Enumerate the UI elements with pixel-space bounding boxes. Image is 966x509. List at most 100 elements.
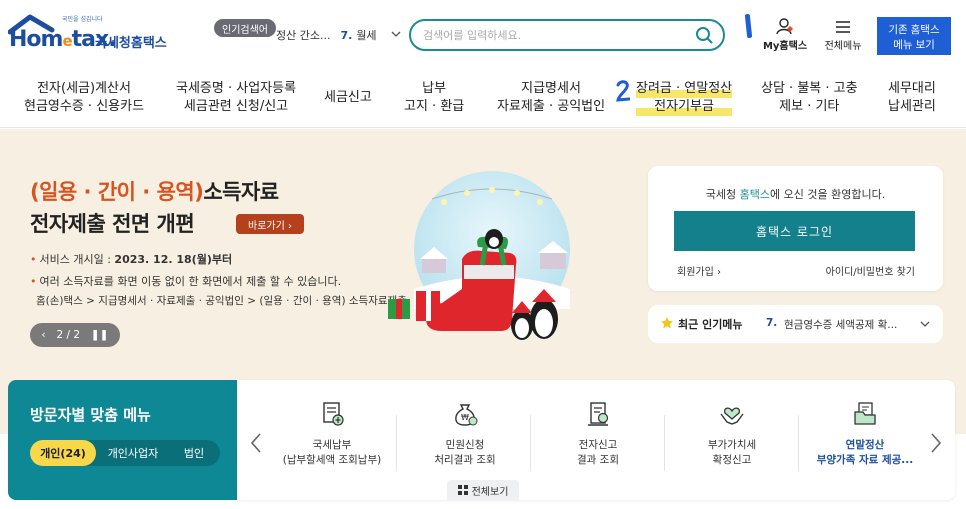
hero-title-rest: 소득자료: [203, 180, 279, 204]
hero-go-button[interactable]: 바로가기 ›: [236, 214, 304, 234]
quick-item-sublabel: (납부할세액 조회납부): [282, 454, 382, 466]
gnb-item-certificates[interactable]: 국세증명 · 사업자등록 세금관련 신청/신고: [176, 80, 296, 116]
popular-search-rank: 7.: [340, 28, 353, 42]
quick-item-tax-payment[interactable]: 국세납부 (납부할세액 조회납부): [267, 400, 397, 480]
visitor-tab-corporation[interactable]: 법인: [170, 440, 218, 466]
bullet-dot: •: [30, 253, 37, 266]
all-menu-button[interactable]: 전체메뉴: [817, 18, 869, 56]
svg-text:₩: ₩: [461, 413, 469, 422]
gnb-label: 제보 · 기타: [779, 99, 840, 114]
chevron-right-icon[interactable]: [929, 432, 943, 454]
gnb-item-tax-agent[interactable]: 세무대리 납세관리: [888, 80, 936, 116]
quick-menu: 국세납부 (납부할세액 조회납부) ₩ 민원신청 처리결과 조회 전자신고 결과…: [237, 380, 955, 500]
logo-subtitle: 국민을 섬깁니다: [62, 16, 103, 23]
quick-item-e-filing-result[interactable]: 전자신고 결과 조회: [533, 400, 663, 480]
chevron-down-icon: [920, 321, 930, 327]
all-menu-label: 전체메뉴: [824, 41, 862, 52]
hero-service-date: • 서비스 개시일 : 2023. 12. 18(월)부터: [30, 251, 232, 267]
visitor-type-toggle: 개인(24) 개인사업자 법인: [30, 440, 220, 466]
gnb-label: 전자기부금: [636, 98, 733, 116]
quick-item-sublabel: 결과 조회: [577, 454, 619, 466]
gnb-item-e-invoice[interactable]: 전자(세금)계산서 현금영수증 · 신용카드: [24, 80, 144, 116]
gnb-label: 세무대리: [888, 81, 936, 96]
gnb-item-incentive-year-end[interactable]: 장려금 · 연말정산 전자기부금: [636, 80, 733, 116]
quick-item-sublabel: 처리결과 조회: [434, 454, 496, 466]
gnb-item-tax-filing[interactable]: 세금신고: [324, 89, 372, 107]
gnb-label: 고지 · 환급: [404, 99, 465, 114]
hero-title-line1: (일용 · 간이 · 용역)소득자료: [30, 176, 279, 206]
gnb-label: 세금신고: [324, 90, 372, 105]
view-all-button[interactable]: 전체보기: [447, 480, 519, 500]
bullet-dot: •: [30, 275, 37, 288]
gnb-label: 상담 · 불복 · 고충: [761, 81, 858, 96]
divider: [530, 415, 531, 471]
visitor-menu-title: 방문자별 맞춤 메뉴: [30, 406, 151, 424]
gnb-item-payment-statement[interactable]: 지급명세서 자료제출 · 공익법인: [497, 80, 605, 116]
pager-count: 2 / 2: [56, 329, 81, 341]
quick-item-year-end-settlement[interactable]: 연말정산 부양가족 자료 제공...: [800, 400, 930, 480]
quick-item-label: 전자신고: [578, 439, 618, 451]
quick-item-sublabel: 부양가족 자료 제공...: [816, 454, 914, 466]
tax-payment-icon: [323, 402, 344, 426]
gnb-label: 현금영수증 · 신용카드: [24, 99, 145, 114]
gnb-label: 지급명세서: [521, 81, 581, 96]
visitor-tab-individual[interactable]: 개인(24): [30, 440, 96, 466]
my-hometax-button[interactable]: My홈택스: [757, 15, 813, 55]
quick-item-label: 국세납부: [312, 439, 352, 451]
user-icon: [776, 18, 793, 35]
star-icon: [661, 317, 673, 329]
popular-menu-card[interactable]: 최근 인기메뉴 7. 현금영수증 세액공제 확...: [648, 305, 943, 343]
quick-item-vat-filing[interactable]: 부가가치세 확정신고: [667, 400, 797, 480]
service-date-label: 서비스 개시일 :: [39, 253, 115, 266]
login-card: 국세청 홈택스에 오신 것을 환영합니다. 홈택스 로그인 회원가입 › 아이디…: [648, 166, 943, 291]
hamburger-menu-icon: [836, 21, 850, 33]
pause-icon[interactable]: ❚❚: [91, 329, 109, 341]
hands-heart-icon: [720, 407, 744, 425]
quick-item-civil-petition[interactable]: ₩ 민원신청 처리결과 조회: [400, 400, 530, 480]
annotation-marker-2: [616, 80, 630, 102]
prev-arrow-icon[interactable]: ‹: [41, 329, 45, 341]
popular-menu-title: 최근 인기메뉴: [678, 318, 743, 331]
hometax-logo[interactable]: 국민을 섬깁니다 Hometax. 국세청홈택스: [8, 14, 173, 54]
header: 국민을 섬깁니다 Hometax. 국세청홈택스 인기검색어 정산 간소... …: [0, 0, 966, 68]
my-hometax-label: My홈택스: [762, 41, 808, 52]
annotation-marker-1: [744, 13, 753, 39]
popular-search-value: 월세: [356, 29, 377, 42]
christmas-illustration: [388, 171, 570, 340]
welcome-prefix: 국세청: [705, 188, 740, 201]
join-link[interactable]: 회원가입 ›: [677, 263, 721, 278]
gnb-item-payment[interactable]: 납부 고지 · 환급: [404, 80, 464, 116]
description-text: 여러 소득자료를 화면 이동 없이 한 화면에서 제출 할 수 있습니다.: [39, 275, 342, 288]
visitor-menu-panel: 방문자별 맞춤 메뉴 개인(24) 개인사업자 법인: [8, 380, 237, 500]
welcome-message: 국세청 홈택스에 오신 것을 환영합니다.: [648, 186, 943, 202]
search-input[interactable]: [423, 26, 683, 44]
quick-item-label: 부가가치세: [707, 439, 757, 451]
money-bag-icon: ₩: [455, 404, 478, 426]
login-button[interactable]: 홈택스 로그인: [674, 211, 915, 251]
divider: [396, 415, 397, 471]
hero-path: 홈(손)택스 > 지급명세서 · 자료제출 · 공익법인 > (일용 · 간이 …: [36, 295, 407, 307]
welcome-accent: 홈택스: [739, 188, 771, 201]
gnb-label: 전자(세금)계산서: [37, 81, 131, 96]
logo-name: 국세청홈택스: [95, 36, 167, 51]
quick-item-label: 민원신청: [445, 439, 485, 451]
chevron-down-icon: [391, 31, 401, 37]
chevron-right-icon: ›: [717, 267, 721, 278]
popular-search-select[interactable]: 정산 간소... 7. 월세: [276, 22, 404, 48]
chevron-left-icon[interactable]: [249, 432, 263, 454]
visitor-tab-sole-proprietor[interactable]: 개인사업자: [98, 440, 168, 466]
old-hometax-menu-button[interactable]: 기존 홈택스 메뉴 보기: [877, 17, 951, 55]
divider: [798, 415, 799, 471]
gnb-item-consultation[interactable]: 상담 · 불복 · 고충 제보 · 기타: [761, 80, 858, 116]
welcome-suffix: 에 오신 것을 환영합니다.: [770, 188, 886, 201]
banner-pager: ‹ 2 / 2 ❚❚: [30, 323, 120, 347]
divider: [664, 415, 665, 471]
gnb-label: 세금관련 신청/신고: [183, 99, 289, 114]
gnb-label: 납세관리: [888, 99, 936, 114]
search-icon[interactable]: [695, 26, 713, 44]
gnb-label: 자료제출 · 공익법인: [497, 99, 606, 114]
gnb-label: 장려금 · 연말정산: [636, 80, 733, 98]
find-id-password-link[interactable]: 아이디/비밀번호 찾기: [826, 263, 915, 278]
search-box: [409, 19, 725, 51]
view-all-label: 전체보기: [471, 486, 509, 498]
